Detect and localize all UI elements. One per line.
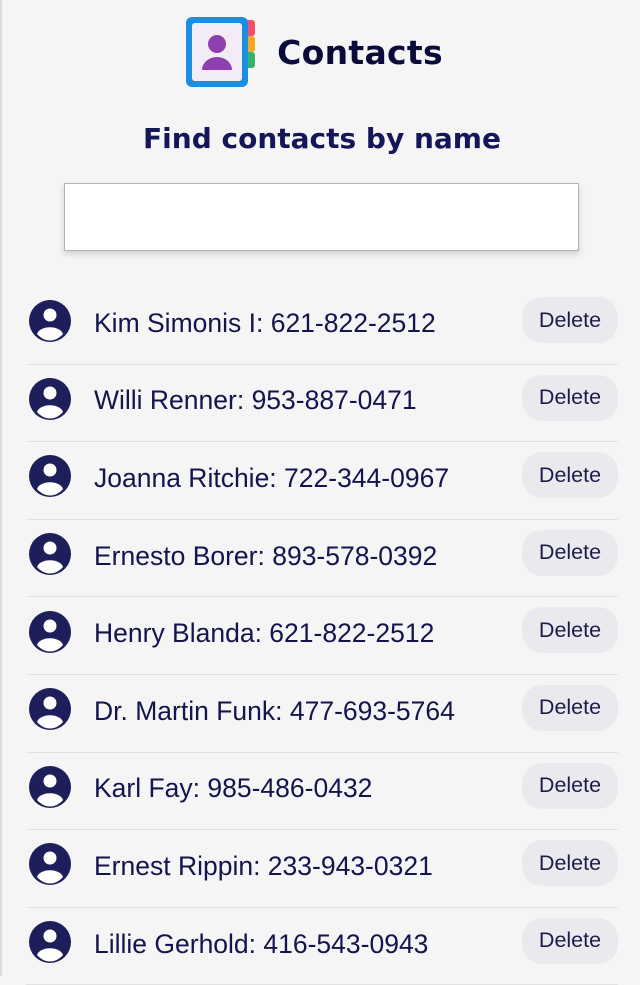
avatar-icon [29, 300, 71, 343]
delete-button[interactable]: Delete [522, 529, 618, 576]
contact-text: Lillie Gerhold: 416-543-0943 [94, 928, 429, 959]
delete-button[interactable]: Delete [522, 374, 618, 421]
contact-row: Willi Renner: 953-887-0471 Delete [26, 365, 618, 443]
contact-text: Willi Renner: 953-887-0471 [94, 385, 417, 416]
avatar-icon [29, 843, 71, 886]
contact-row: Joanna Ritchie: 722-344-0967 Delete [26, 442, 618, 520]
contact-row: Kim Simonis I: 621-822-2512 Delete [26, 287, 618, 365]
search-heading: Find contacts by name [143, 122, 501, 155]
contact-text: Karl Fay: 985-486-0432 [94, 773, 373, 804]
contact-text: Kim Simonis I: 621-822-2512 [94, 307, 436, 338]
delete-button[interactable]: Delete [522, 452, 618, 499]
contact-text: Dr. Martin Funk: 477-693-5764 [94, 695, 455, 726]
contact-text: Henry Blanda: 621-822-2512 [94, 618, 435, 649]
delete-button[interactable]: Delete [522, 762, 618, 809]
avatar-icon [29, 921, 71, 964]
delete-button[interactable]: Delete [522, 684, 618, 731]
delete-button[interactable]: Delete [522, 297, 618, 343]
avatar-icon [29, 455, 71, 498]
avatar-icon [29, 688, 71, 731]
contact-text: Ernesto Borer: 893-578-0392 [94, 540, 438, 571]
contact-row: Lillie Gerhold: 416-543-0943 Delete [26, 908, 618, 985]
app-title: Contacts [277, 32, 443, 72]
contacts-book-icon [186, 17, 256, 87]
avatar-icon [29, 610, 71, 653]
avatar-icon [29, 533, 71, 576]
delete-button[interactable]: Delete [522, 607, 618, 654]
contact-text: Ernest Rippin: 233-943-0321 [94, 850, 433, 881]
contact-row: Ernest Rippin: 233-943-0321 Delete [26, 830, 618, 908]
avatar-icon [29, 765, 71, 808]
contact-row: Ernesto Borer: 893-578-0392 Delete [26, 520, 618, 598]
app-header: Contacts [0, 14, 640, 90]
contact-list: Kim Simonis I: 621-822-2512 Delete Willi… [26, 287, 618, 985]
delete-button[interactable]: Delete [522, 840, 618, 887]
contact-row: Dr. Martin Funk: 477-693-5764 Delete [26, 675, 618, 753]
avatar-icon [29, 377, 71, 420]
delete-button[interactable]: Delete [522, 917, 618, 964]
contact-text: Joanna Ritchie: 722-344-0967 [94, 462, 450, 493]
contact-row: Henry Blanda: 621-822-2512 Delete [26, 597, 618, 675]
search-input[interactable] [64, 183, 579, 251]
contact-row: Karl Fay: 985-486-0432 Delete [26, 753, 618, 831]
